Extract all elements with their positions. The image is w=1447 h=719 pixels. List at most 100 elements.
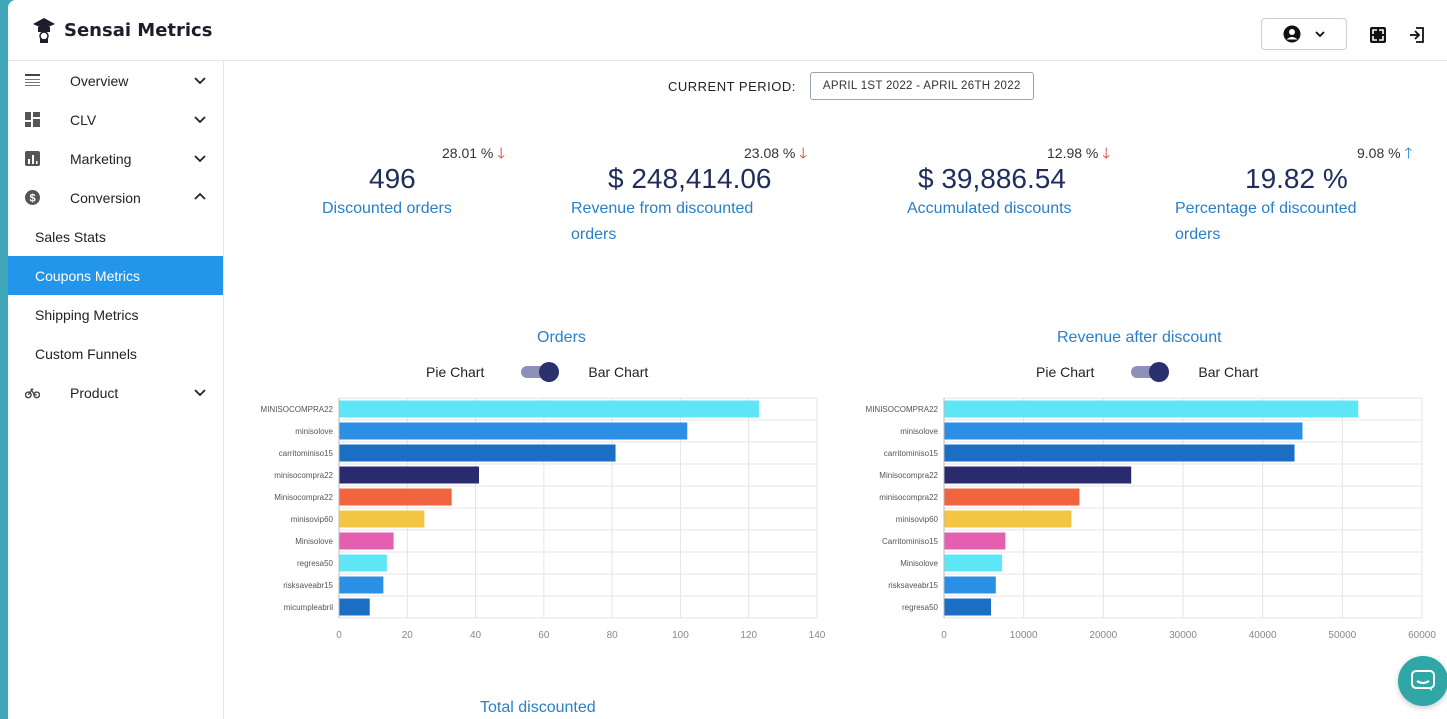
toggle-label-pie: Pie Chart bbox=[1036, 364, 1095, 380]
bar[interactable] bbox=[944, 554, 1003, 572]
user-circle-icon bbox=[1283, 25, 1301, 43]
bar[interactable] bbox=[339, 444, 616, 462]
bar[interactable] bbox=[339, 554, 387, 572]
revenue-chart-title: Revenue after discount bbox=[1057, 329, 1222, 346]
bar[interactable] bbox=[944, 510, 1072, 528]
arrow-up-icon: 🡑 bbox=[1404, 145, 1413, 162]
chart-type-switch[interactable] bbox=[1131, 362, 1170, 382]
kpi-label: Discounted orders bbox=[322, 200, 452, 217]
chevron-down-icon bbox=[1315, 31, 1325, 38]
app-window: Sensai Metrics Overview CLV Marketing $ … bbox=[8, 0, 1447, 719]
toggle-label-pie: Pie Chart bbox=[426, 364, 485, 380]
orders-chart-toggle: Pie Chart Bar Chart bbox=[426, 362, 649, 382]
sidebar-item-clv[interactable]: CLV bbox=[8, 100, 223, 139]
y-tick-label: risksaveabr15 bbox=[283, 581, 333, 590]
x-tick-label: 30000 bbox=[1169, 630, 1197, 641]
bar[interactable] bbox=[944, 466, 1132, 484]
y-tick-label: regresa50 bbox=[902, 603, 939, 612]
sidebar-item-overview[interactable]: Overview bbox=[8, 61, 223, 100]
top-bar: Sensai Metrics bbox=[8, 0, 1447, 61]
sidebar-item-product[interactable]: Product bbox=[8, 373, 223, 412]
y-tick-label: carritominiso15 bbox=[279, 449, 334, 458]
bar[interactable] bbox=[339, 400, 759, 418]
sidebar: Overview CLV Marketing $ Conversion Sale… bbox=[8, 61, 224, 719]
sidebar-item-conversion[interactable]: $ Conversion bbox=[8, 178, 223, 217]
x-tick-label: 60000 bbox=[1408, 630, 1436, 641]
y-tick-label: minisolove bbox=[900, 427, 938, 436]
bar[interactable] bbox=[339, 576, 384, 594]
sidebar-item-label: Marketing bbox=[70, 150, 132, 167]
y-tick-label: minisolove bbox=[295, 427, 333, 436]
y-tick-label: Minisolove bbox=[900, 559, 938, 568]
toggle-label-bar: Bar Chart bbox=[588, 364, 649, 380]
revenue-chart-toggle: Pie Chart Bar Chart bbox=[1036, 362, 1259, 382]
logout-icon[interactable] bbox=[1408, 26, 1426, 44]
kpi-change: 28.01 % 🡓 bbox=[442, 145, 506, 162]
bar[interactable] bbox=[339, 598, 370, 616]
total-discounted-title: Total discounted bbox=[480, 699, 596, 716]
sidebar-subitem-coupons-metrics[interactable]: Coupons Metrics bbox=[8, 256, 223, 295]
app-logo[interactable]: Sensai Metrics bbox=[32, 16, 212, 44]
period-selector: CURRENT PERIOD: APRIL 1ST 2022 - APRIL 2… bbox=[668, 72, 1034, 100]
bar[interactable] bbox=[944, 488, 1080, 506]
period-range-button[interactable]: APRIL 1ST 2022 - APRIL 26TH 2022 bbox=[809, 72, 1034, 100]
overview-icon bbox=[25, 74, 40, 86]
x-tick-label: 100 bbox=[672, 630, 689, 641]
kpi-label: Accumulated discounts bbox=[907, 200, 1072, 217]
bar[interactable] bbox=[339, 488, 452, 506]
bar[interactable] bbox=[944, 598, 992, 616]
x-tick-label: 50000 bbox=[1328, 630, 1356, 641]
x-tick-label: 80 bbox=[607, 630, 619, 641]
kpi-label: Percentage of discounted orders bbox=[1175, 200, 1357, 243]
sidebar-item-marketing[interactable]: Marketing bbox=[8, 139, 223, 178]
bar[interactable] bbox=[944, 532, 1006, 550]
chevron-down-icon bbox=[194, 155, 206, 163]
bar[interactable] bbox=[944, 400, 1359, 418]
sidebar-subitem-sales-stats[interactable]: Sales Stats bbox=[8, 217, 223, 256]
bicycle-icon bbox=[25, 388, 40, 399]
kpi-value: $ 248,414.06 bbox=[608, 163, 772, 194]
bar[interactable] bbox=[339, 510, 425, 528]
bar[interactable] bbox=[944, 576, 996, 594]
main-content: CURRENT PERIOD: APRIL 1ST 2022 - APRIL 2… bbox=[224, 61, 1447, 719]
bar[interactable] bbox=[339, 422, 688, 440]
y-tick-label: Carritominiso15 bbox=[882, 537, 939, 546]
x-tick-label: 10000 bbox=[1010, 630, 1038, 641]
y-tick-label: Minisocompra22 bbox=[274, 493, 333, 502]
sidebar-item-label: Conversion bbox=[70, 189, 141, 206]
arrow-down-icon: 🡓 bbox=[1102, 145, 1111, 162]
bar[interactable] bbox=[944, 444, 1295, 462]
bar[interactable] bbox=[944, 422, 1303, 440]
y-tick-label: minisovip60 bbox=[896, 515, 939, 524]
dashboard-icon bbox=[25, 112, 40, 127]
chart-type-switch[interactable] bbox=[521, 362, 560, 382]
x-tick-label: 20 bbox=[402, 630, 414, 641]
toggle-label-bar: Bar Chart bbox=[1198, 364, 1259, 380]
sidebar-subitem-shipping-metrics[interactable]: Shipping Metrics bbox=[8, 295, 223, 334]
revenue-bar-chart: 0 10000 20000 30000 40000 50000 60000 MINISOCOM… bbox=[866, 397, 1436, 641]
graduation-cap-icon bbox=[33, 18, 55, 43]
x-tick-label: 40000 bbox=[1249, 630, 1277, 641]
chat-button[interactable] bbox=[1398, 656, 1447, 706]
kpi-value: 496 bbox=[369, 163, 416, 194]
y-tick-label: Minisolove bbox=[295, 537, 333, 546]
period-label: CURRENT PERIOD: bbox=[668, 78, 796, 94]
y-tick-label: regresa50 bbox=[297, 559, 334, 568]
chevron-down-icon bbox=[194, 389, 206, 397]
sidebar-item-label: CLV bbox=[70, 111, 97, 128]
user-menu-button[interactable] bbox=[1261, 18, 1347, 50]
x-tick-label: 140 bbox=[809, 630, 826, 641]
bar[interactable] bbox=[339, 532, 394, 550]
bar[interactable] bbox=[339, 466, 479, 484]
sidebar-subitem-custom-funnels[interactable]: Custom Funnels bbox=[8, 334, 223, 373]
y-tick-label: carritominiso15 bbox=[884, 449, 939, 458]
y-tick-label: MINISOCOMPRA22 bbox=[261, 405, 334, 414]
x-tick-label: 0 bbox=[941, 630, 947, 641]
y-tick-label: minisovip60 bbox=[291, 515, 334, 524]
x-tick-label: 40 bbox=[470, 630, 482, 641]
chevron-down-icon bbox=[194, 116, 206, 124]
svg-text:$: $ bbox=[29, 193, 35, 205]
fullscreen-icon[interactable] bbox=[1369, 26, 1387, 44]
y-tick-label: risksaveabr15 bbox=[888, 581, 938, 590]
sidebar-item-label: Overview bbox=[70, 72, 129, 89]
